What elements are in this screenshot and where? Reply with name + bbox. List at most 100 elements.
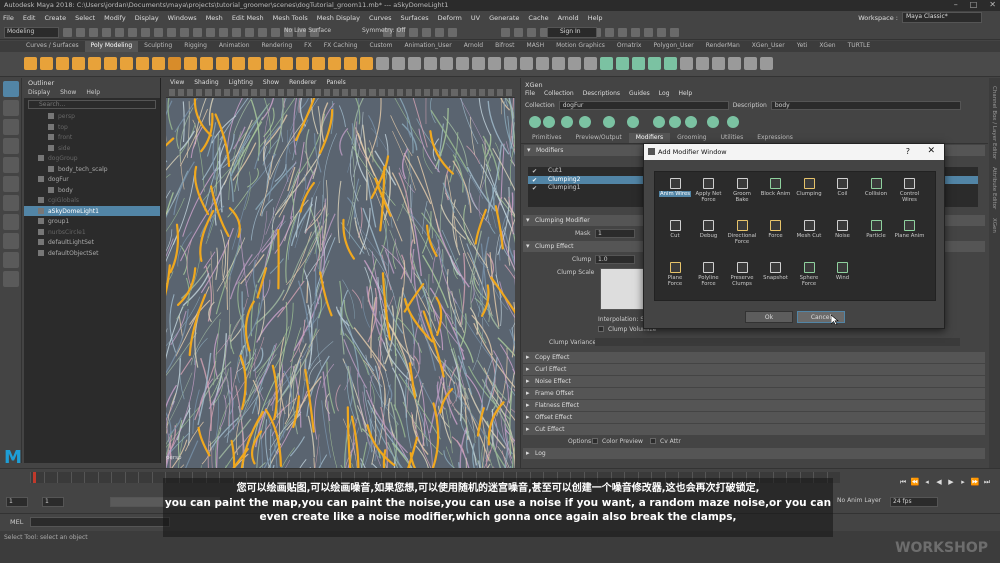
menu-surfaces[interactable]: Surfaces bbox=[401, 14, 429, 22]
viewport-toolbar-icon[interactable] bbox=[414, 89, 422, 96]
workspace-dropdown[interactable]: Maya Classic* bbox=[902, 12, 982, 23]
menu-mesh-tools[interactable]: Mesh Tools bbox=[273, 14, 308, 22]
shelf-tab-turtle[interactable]: TURTLE bbox=[842, 41, 877, 52]
viewport-menu-show[interactable]: Show bbox=[263, 79, 279, 87]
viewport-toolbar-icon[interactable] bbox=[342, 89, 349, 96]
viewport-toolbar-icon[interactable] bbox=[287, 89, 294, 96]
statusline-tool-icon[interactable] bbox=[232, 27, 241, 37]
statusline-tool-icon[interactable] bbox=[501, 27, 510, 37]
go-to-end-icon[interactable]: ⏭ bbox=[982, 478, 992, 488]
statusline-tool-icon[interactable] bbox=[102, 27, 111, 37]
shelf-tool-icon[interactable] bbox=[200, 57, 213, 70]
layout-single-icon[interactable] bbox=[3, 214, 19, 230]
statusline-tool-icon[interactable] bbox=[258, 27, 267, 37]
outliner-search-input[interactable]: Search... bbox=[28, 100, 156, 109]
shelf-tool-icon[interactable] bbox=[24, 57, 37, 70]
outliner-item[interactable]: dogFur bbox=[24, 174, 160, 185]
viewport-toolbar-icon[interactable] bbox=[250, 89, 258, 96]
color-preview-checkbox[interactable] bbox=[592, 438, 598, 444]
anim-layer-dropdown[interactable]: No Anim Layer bbox=[835, 497, 885, 507]
viewport-canvas[interactable] bbox=[166, 98, 515, 468]
modifier-apply-net-force[interactable]: Apply Net Force bbox=[693, 178, 725, 203]
modifier-enabled-checkbox[interactable]: ✔ bbox=[532, 177, 537, 184]
shelf-tool-icon[interactable] bbox=[440, 57, 453, 70]
xgen-tool-icon[interactable] bbox=[627, 116, 639, 128]
modifier-plane-force[interactable]: Plane Force bbox=[659, 262, 691, 287]
shelf-tool-icon[interactable] bbox=[344, 57, 357, 70]
go-to-start-icon[interactable]: ⏮ bbox=[898, 478, 908, 488]
shelf-tool-icon[interactable] bbox=[296, 57, 309, 70]
statusline-tool-icon[interactable] bbox=[631, 27, 640, 37]
shelf-tab-custom[interactable]: Custom bbox=[363, 41, 398, 52]
outliner-item[interactable]: side bbox=[24, 143, 160, 154]
collection-dropdown[interactable]: dogFur bbox=[558, 101, 729, 110]
menu-modify[interactable]: Modify bbox=[104, 14, 126, 22]
shelf-tool-icon[interactable] bbox=[600, 57, 613, 70]
viewport-toolbar-icon[interactable] bbox=[232, 89, 239, 96]
minimize-icon[interactable]: – bbox=[954, 0, 958, 9]
statusline-tool-icon[interactable] bbox=[141, 27, 150, 37]
xgen-tool-icon[interactable] bbox=[579, 116, 591, 128]
shelf-tab-ornatrix[interactable]: Ornatrix bbox=[611, 41, 648, 52]
shelf-tool-icon[interactable] bbox=[312, 57, 325, 70]
shelf-tab-fx-caching[interactable]: FX Caching bbox=[318, 41, 364, 52]
viewport-menu-shading[interactable]: Shading bbox=[194, 79, 218, 87]
menu-select[interactable]: Select bbox=[75, 14, 95, 22]
outliner-item[interactable]: defaultLightSet bbox=[24, 237, 160, 248]
clump-scale-ramp[interactable] bbox=[600, 268, 645, 310]
menu-edit[interactable]: Edit bbox=[23, 14, 36, 22]
viewport-toolbar-icon[interactable] bbox=[460, 89, 467, 96]
viewport-toolbar-icon[interactable] bbox=[369, 89, 376, 96]
xgen-tab-primitives[interactable]: Primitives bbox=[525, 133, 569, 143]
shelf-tool-icon[interactable] bbox=[328, 57, 341, 70]
sidebar-tab-xgen[interactable]: XGen bbox=[991, 218, 997, 233]
xgen-tool-icon[interactable] bbox=[603, 116, 615, 128]
shelf-tool-icon[interactable] bbox=[232, 57, 245, 70]
menu-mesh-display[interactable]: Mesh Display bbox=[317, 14, 360, 22]
viewport-toolbar-icon[interactable] bbox=[296, 89, 303, 96]
statusline-tool-icon[interactable] bbox=[128, 27, 137, 37]
menu-generate[interactable]: Generate bbox=[489, 14, 519, 22]
close-icon[interactable]: ✕ bbox=[989, 0, 996, 9]
rotate-tool-icon[interactable] bbox=[3, 157, 19, 173]
xgen-tool-icon[interactable] bbox=[543, 116, 555, 128]
xgen-menu-guides[interactable]: Guides bbox=[629, 90, 650, 100]
section-cut-effect[interactable]: Cut Effect bbox=[523, 424, 985, 435]
viewport-toolbar-icon[interactable] bbox=[424, 89, 431, 96]
cv-attr-checkbox[interactable] bbox=[650, 438, 656, 444]
shelf-tool-icon[interactable] bbox=[616, 57, 629, 70]
viewport-toolbar-icon[interactable] bbox=[205, 89, 212, 96]
xgen-tool-icon[interactable] bbox=[727, 116, 739, 128]
statusline-tool-icon[interactable] bbox=[670, 27, 679, 37]
viewport-toolbar-icon[interactable] bbox=[487, 89, 494, 96]
shelf-tool-icon[interactable] bbox=[392, 57, 405, 70]
statusline-tool-icon[interactable] bbox=[448, 27, 457, 37]
paint-select-icon[interactable] bbox=[3, 119, 19, 135]
sidebar-tab-channel-box-layer-editor[interactable]: Channel Box / Layer Editor bbox=[991, 86, 997, 159]
shelf-tab-yeti[interactable]: Yeti bbox=[791, 41, 814, 52]
shelf-tool-icon[interactable] bbox=[664, 57, 677, 70]
shelf-tab-renderman[interactable]: RenderMan bbox=[700, 41, 746, 52]
section-noise-effect[interactable]: Noise Effect bbox=[523, 376, 985, 387]
menu-file[interactable]: File bbox=[3, 14, 14, 22]
viewport-toolbar-icon[interactable] bbox=[269, 89, 276, 96]
sidebar-tab-attribute-editor[interactable]: Attribute Editor bbox=[991, 167, 997, 209]
section-flatness-effect[interactable]: Flatness Effect bbox=[523, 400, 985, 411]
modifier-force[interactable]: Force bbox=[760, 220, 792, 239]
shelf-tool-icon[interactable] bbox=[360, 57, 373, 70]
xgen-tab-preview-output[interactable]: Preview/Output bbox=[569, 133, 629, 143]
move-tool-icon[interactable] bbox=[3, 138, 19, 154]
shelf-tool-icon[interactable] bbox=[728, 57, 741, 70]
clump-volumize-checkbox[interactable] bbox=[598, 326, 604, 332]
shelf-tool-icon[interactable] bbox=[40, 57, 53, 70]
range-start-field[interactable]: 1 bbox=[6, 497, 28, 507]
shelf-tab-curves-surfaces[interactable]: Curves / Surfaces bbox=[20, 41, 85, 52]
shelf-tab-rigging[interactable]: Rigging bbox=[178, 41, 213, 52]
outliner-item[interactable]: aSkyDomeLight1 bbox=[24, 205, 160, 216]
shelf-tool-icon[interactable] bbox=[120, 57, 133, 70]
outliner-item[interactable]: nurbsCircle1 bbox=[24, 227, 160, 238]
shelf-tab-mash[interactable]: MASH bbox=[521, 41, 551, 52]
viewport-toolbar-icon[interactable] bbox=[405, 89, 412, 96]
viewport-toolbar-icon[interactable] bbox=[332, 89, 340, 96]
modifier-snapshot[interactable]: Snapshot bbox=[760, 262, 792, 281]
